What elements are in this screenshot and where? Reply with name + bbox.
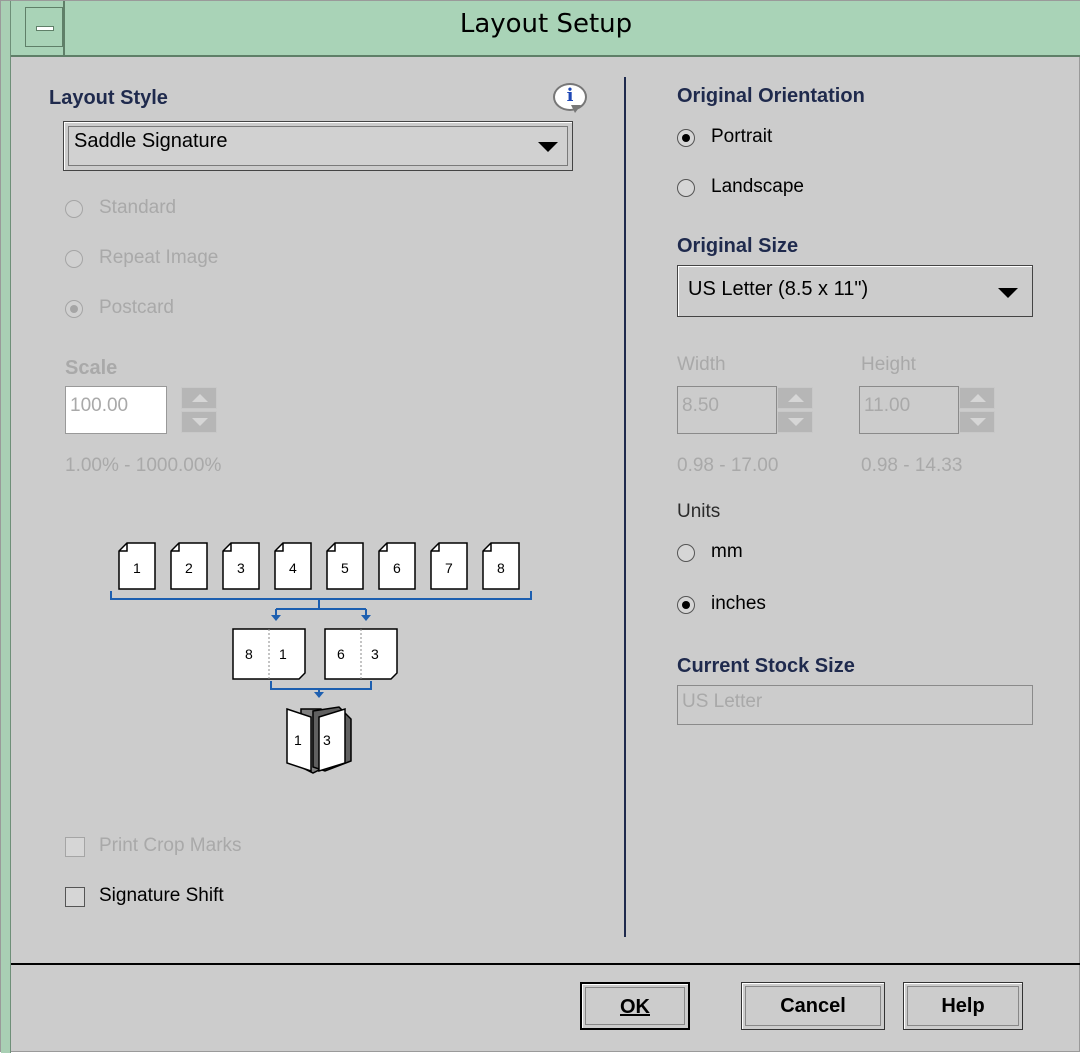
cancel-button[interactable]: Cancel (741, 982, 885, 1030)
radio-standard[interactable] (65, 200, 83, 218)
ok-button-label: OK (620, 996, 650, 1018)
width-input[interactable]: 8.50 (677, 386, 777, 434)
height-decrement-button[interactable] (959, 411, 995, 433)
booklet-num-left: 1 (294, 732, 302, 748)
page-num-5: 5 (341, 560, 349, 576)
width-stepper[interactable] (777, 387, 813, 433)
scale-increment-button[interactable] (181, 387, 217, 409)
radio-portrait[interactable] (677, 129, 695, 147)
signature-shift-checkbox[interactable] (65, 887, 85, 907)
radio-mm-label: mm (711, 541, 743, 562)
radio-landscape[interactable] (677, 179, 695, 197)
scale-range: 1.00% - 1000.00% (65, 455, 222, 476)
scale-stepper[interactable] (181, 387, 217, 433)
diagram-bracket-top (110, 591, 532, 600)
print-crop-marks-checkbox[interactable] (65, 837, 85, 857)
booklet-num-right: 3 (323, 732, 331, 748)
width-increment-button[interactable] (777, 387, 813, 409)
stock-size-label: Current Stock Size (677, 655, 855, 677)
diagram-arrow-mid (314, 692, 324, 698)
window-title: Layout Setup (459, 9, 633, 39)
radio-postcard[interactable] (65, 300, 83, 318)
height-input[interactable]: 11.00 (859, 386, 959, 434)
page-num-3: 3 (237, 560, 245, 576)
chevron-down-icon (998, 288, 1018, 298)
height-label: Height (861, 354, 916, 375)
original-size-label: Original Size (677, 235, 799, 257)
cancel-button-label: Cancel (780, 995, 846, 1017)
radio-postcard-label: Postcard (99, 297, 174, 318)
page-num-7: 7 (445, 560, 453, 576)
scale-label: Scale (65, 357, 118, 379)
layout-setup-window: Layout Setup Layout Style i Saddle Signa… (0, 0, 1080, 1053)
window-left-border (1, 1, 11, 1053)
signature-diagram: 1 2 3 4 5 6 7 8 8 1 6 3 1 3 (110, 542, 532, 774)
radio-inches-label: inches (711, 593, 766, 614)
original-size-value: US Letter (8.5 x 11") (688, 278, 869, 300)
stock-size-field: US Letter (677, 685, 1033, 725)
spread-num-left: 6 (337, 646, 345, 662)
page-num-2: 2 (185, 560, 193, 576)
title-bar[interactable]: Layout Setup (11, 1, 1080, 57)
scale-input[interactable]: 100.00 (65, 386, 167, 434)
spread-num-left: 8 (245, 646, 253, 662)
width-decrement-button[interactable] (777, 411, 813, 433)
radio-portrait-label: Portrait (711, 126, 773, 147)
height-range: 0.98 - 14.33 (861, 455, 963, 476)
height-increment-button[interactable] (959, 387, 995, 409)
layout-style-label: Layout Style (49, 87, 168, 109)
info-icon[interactable]: i (553, 83, 587, 113)
layout-style-value: Saddle Signature (74, 130, 228, 152)
page-num-6: 6 (393, 560, 401, 576)
layout-style-dropdown[interactable]: Saddle Signature (63, 121, 573, 171)
height-stepper[interactable] (959, 387, 995, 433)
width-label: Width (677, 354, 726, 375)
page-num-1: 1 (133, 560, 141, 576)
width-range: 0.98 - 17.00 (677, 455, 779, 476)
chevron-down-icon (538, 142, 558, 152)
units-label: Units (677, 501, 721, 522)
column-divider (624, 77, 626, 937)
radio-landscape-label: Landscape (711, 176, 804, 197)
spread-num-right: 1 (279, 646, 287, 662)
original-size-dropdown[interactable]: US Letter (8.5 x 11") (677, 265, 1033, 317)
print-crop-marks-label: Print Crop Marks (99, 835, 242, 856)
help-button-label: Help (941, 995, 985, 1017)
radio-inches[interactable] (677, 596, 695, 614)
radio-mm[interactable] (677, 544, 695, 562)
radio-repeat-image[interactable] (65, 250, 83, 268)
diagram-branch-top (275, 599, 367, 619)
scale-decrement-button[interactable] (181, 411, 217, 433)
ok-button[interactable]: OK (580, 982, 690, 1030)
help-button[interactable]: Help (903, 982, 1023, 1030)
spread-num-right: 3 (371, 646, 379, 662)
page-num-8: 8 (497, 560, 505, 576)
orientation-label: Original Orientation (677, 85, 865, 107)
diagram-arrows-top (271, 615, 371, 621)
signature-shift-label: Signature Shift (99, 885, 224, 906)
radio-repeat-image-label: Repeat Image (99, 247, 219, 268)
radio-standard-label: Standard (99, 197, 177, 218)
footer-divider (11, 963, 1080, 965)
page-num-4: 4 (289, 560, 297, 576)
